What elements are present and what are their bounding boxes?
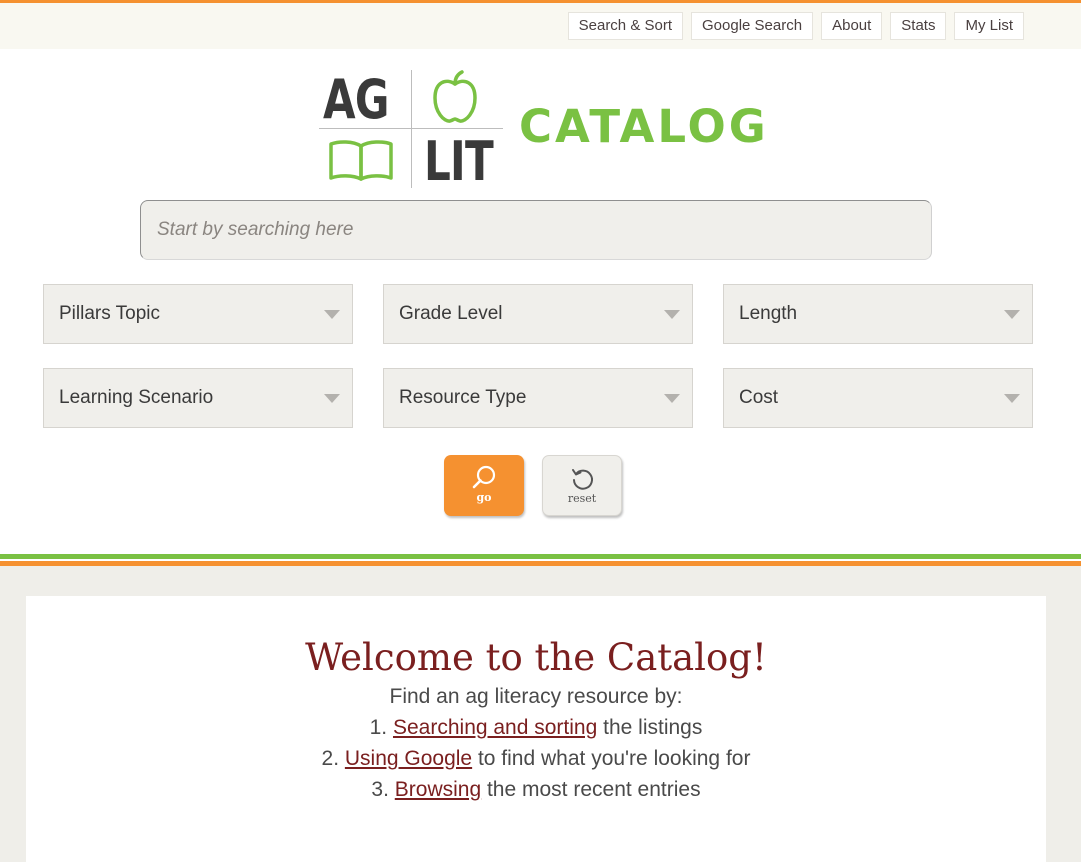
filter-label: Learning Scenario (59, 387, 214, 408)
welcome-card: Welcome to the Catalog! Find an ag liter… (26, 596, 1046, 862)
filter-label: Pillars Topic (59, 303, 161, 324)
go-button-label: go (476, 491, 492, 504)
chevron-down-icon (664, 310, 680, 319)
chevron-down-icon (1004, 394, 1020, 403)
searching-sorting-link[interactable]: Searching and sorting (393, 716, 597, 739)
welcome-list-item: 2. Using Google to find what you're look… (26, 747, 1046, 771)
chevron-down-icon (1004, 310, 1020, 319)
reset-button-label: reset (567, 492, 597, 505)
filter-grade-level[interactable]: Grade Level (383, 284, 693, 344)
filter-cost[interactable]: Cost (723, 368, 1033, 428)
nav-list: Search & Sort Google Search About Stats … (567, 12, 1024, 40)
list-number: 3. (371, 778, 389, 801)
top-nav-bar: Search & Sort Google Search About Stats … (0, 3, 1081, 49)
chevron-down-icon (324, 394, 340, 403)
chevron-down-icon (324, 310, 340, 319)
filter-learning-scenario[interactable]: Learning Scenario (43, 368, 353, 428)
logo-lit-text: LIT (424, 130, 494, 193)
chevron-down-icon (664, 394, 680, 403)
browsing-link[interactable]: Browsing (395, 778, 481, 801)
logo-divider-vertical (411, 70, 412, 188)
welcome-list-item: 1. Searching and sorting the listings (26, 716, 1046, 740)
reset-icon (572, 469, 593, 490)
filter-length[interactable]: Length (723, 284, 1033, 344)
nav-stats[interactable]: Stats (890, 12, 947, 40)
welcome-intro: Find an ag literacy resource by: (389, 685, 683, 708)
using-google-link[interactable]: Using Google (345, 747, 472, 770)
nav-google-search[interactable]: Google Search (691, 12, 814, 40)
search-icon (472, 465, 496, 489)
list-number: 2. (321, 747, 340, 770)
filter-label: Cost (739, 387, 779, 408)
search-input[interactable] (140, 200, 932, 260)
list-item-text: the most recent entries (481, 778, 701, 801)
logo-catalog-text: CATALOG (519, 100, 769, 153)
reset-button[interactable]: reset (542, 455, 622, 516)
list-item-text: to find what you're looking for (472, 747, 751, 770)
ag-lit-catalog-logo[interactable]: AG LIT CATALOG (319, 68, 766, 193)
filter-label: Length (739, 303, 798, 324)
nav-my-list[interactable]: My List (954, 12, 1024, 40)
logo-ag-text: AG (323, 68, 389, 131)
go-button[interactable]: go (444, 455, 524, 516)
book-icon (329, 140, 393, 181)
welcome-list-item: 3. Browsing the most recent entries (26, 778, 1046, 802)
list-item-text: the listings (597, 716, 703, 739)
apple-icon (433, 70, 477, 123)
welcome-title: Welcome to the Catalog! (305, 636, 767, 679)
nav-search-sort[interactable]: Search & Sort (567, 12, 684, 40)
filter-label: Grade Level (399, 303, 503, 324)
nav-about[interactable]: About (821, 12, 883, 40)
filter-label: Resource Type (399, 387, 527, 408)
list-number: 1. (369, 716, 388, 739)
filter-pillars-topic[interactable]: Pillars Topic (43, 284, 353, 344)
filter-resource-type[interactable]: Resource Type (383, 368, 693, 428)
